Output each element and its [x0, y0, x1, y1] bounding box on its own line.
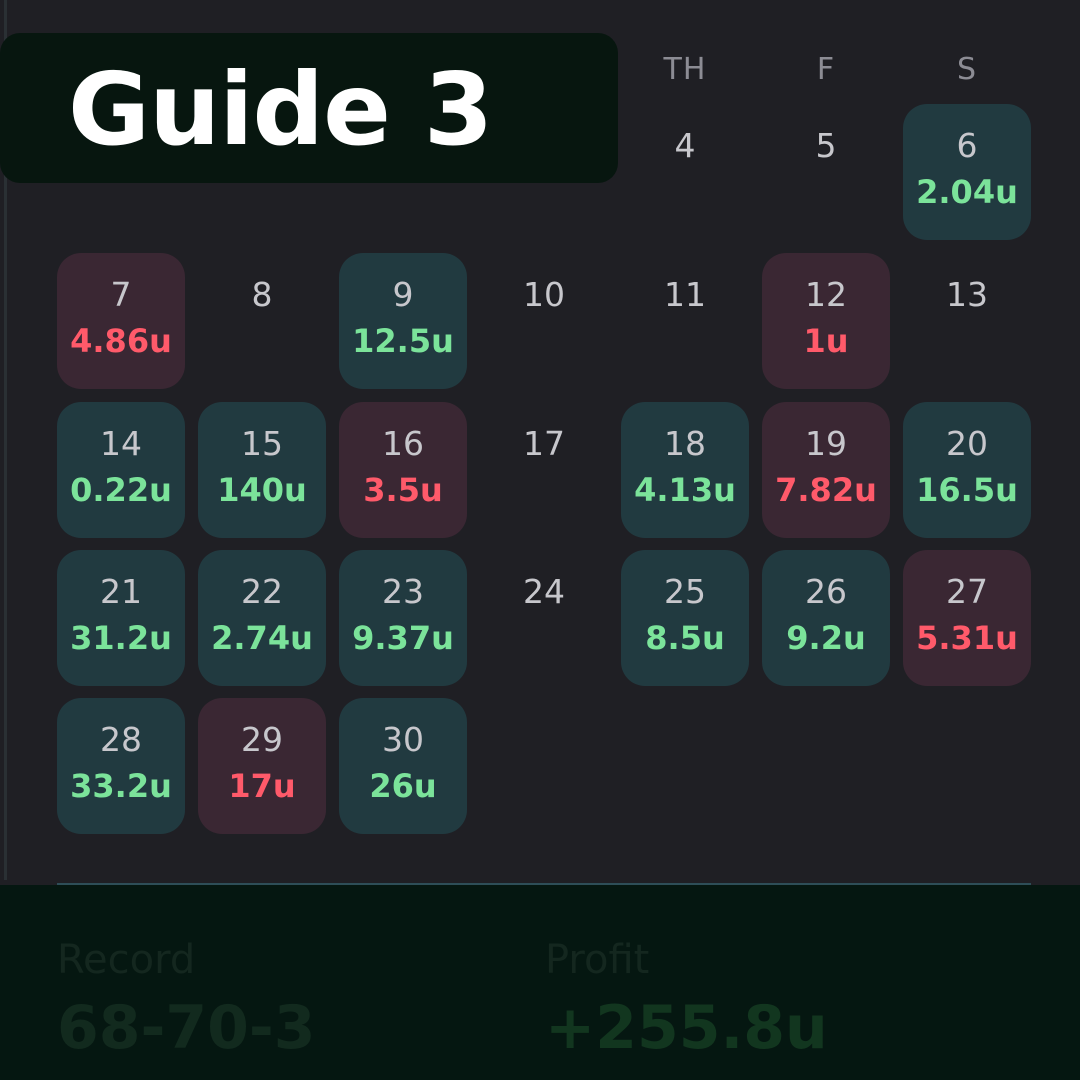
day-units: 16.5u: [916, 471, 1018, 509]
record-label: Record: [57, 937, 196, 983]
day-number: 9: [392, 275, 414, 314]
day-units: 12.5u: [352, 322, 454, 360]
guide-title-banner: Guide 3: [0, 33, 618, 183]
day-units: 2.04u: [916, 173, 1018, 211]
day-number: 14: [100, 424, 142, 463]
day-units: 140u: [217, 471, 307, 509]
day-number: 22: [241, 572, 283, 611]
calendar-day[interactable]: 16 3.5u: [339, 402, 467, 538]
summary-footer: Record 68-70-3 Profit +255.8u: [0, 885, 1080, 1080]
day-number: 20: [946, 424, 988, 463]
day-units: 33.2u: [70, 767, 172, 805]
calendar-day[interactable]: 17: [480, 402, 608, 538]
calendar-day[interactable]: 5: [762, 104, 890, 240]
calendar-day[interactable]: 7 4.86u: [57, 253, 185, 389]
day-number: 10: [523, 275, 565, 314]
calendar-day[interactable]: 14 0.22u: [57, 402, 185, 538]
day-units: 9.2u: [786, 619, 866, 657]
day-units: 7.82u: [775, 471, 877, 509]
day-number: 30: [382, 720, 424, 759]
calendar-day[interactable]: 25 8.5u: [621, 550, 749, 686]
day-number: 17: [523, 424, 565, 463]
calendar-day[interactable]: 20 16.5u: [903, 402, 1031, 538]
calendar-day[interactable]: 28 33.2u: [57, 698, 185, 834]
day-number: 7: [110, 275, 132, 314]
calendar-screen: SMTWTHFS 1234562.04u74.86u8912.5u1011121…: [0, 0, 1080, 1080]
calendar-day[interactable]: 6 2.04u: [903, 104, 1031, 240]
calendar-day[interactable]: 9 12.5u: [339, 253, 467, 389]
day-units: 4.86u: [70, 322, 172, 360]
day-number: 19: [805, 424, 847, 463]
calendar-day[interactable]: 26 9.2u: [762, 550, 890, 686]
day-number: 16: [382, 424, 424, 463]
day-number: 21: [100, 572, 142, 611]
guide-title: Guide 3: [68, 51, 493, 168]
day-number: 12: [805, 275, 847, 314]
day-units: 4.13u: [634, 471, 736, 509]
weekday-label: TH: [663, 52, 707, 87]
calendar-day[interactable]: 10: [480, 253, 608, 389]
day-number: 4: [674, 126, 696, 165]
day-units: 3.5u: [363, 471, 443, 509]
calendar-day[interactable]: 23 9.37u: [339, 550, 467, 686]
calendar-day[interactable]: 8: [198, 253, 326, 389]
day-units: 0.22u: [70, 471, 172, 509]
day-number: 5: [815, 126, 837, 165]
day-number: 26: [805, 572, 847, 611]
calendar-day[interactable]: 29 17u: [198, 698, 326, 834]
profit-label: Profit: [545, 937, 650, 983]
calendar-day[interactable]: 24: [480, 550, 608, 686]
day-units: 1u: [803, 322, 849, 360]
day-units: 8.5u: [645, 619, 725, 657]
calendar-day[interactable]: 30 26u: [339, 698, 467, 834]
calendar-day[interactable]: 27 5.31u: [903, 550, 1031, 686]
day-number: 23: [382, 572, 424, 611]
day-units: 2.74u: [211, 619, 313, 657]
day-number: 24: [523, 572, 565, 611]
calendar-day[interactable]: 21 31.2u: [57, 550, 185, 686]
record-value: 68-70-3: [57, 993, 316, 1063]
weekday-label: F: [816, 52, 836, 87]
calendar-day[interactable]: 12 1u: [762, 253, 890, 389]
calendar-day[interactable]: 11: [621, 253, 749, 389]
day-units: 9.37u: [352, 619, 454, 657]
day-units: 31.2u: [70, 619, 172, 657]
calendar-day[interactable]: 19 7.82u: [762, 402, 890, 538]
calendar-day[interactable]: 4: [621, 104, 749, 240]
day-number: 11: [664, 275, 706, 314]
day-number: 13: [946, 275, 988, 314]
calendar-day[interactable]: 18 4.13u: [621, 402, 749, 538]
day-number: 15: [241, 424, 283, 463]
day-units: 17u: [228, 767, 296, 805]
profit-value: +255.8u: [545, 993, 828, 1063]
calendar-day[interactable]: 13: [903, 253, 1031, 389]
day-number: 6: [956, 126, 978, 165]
day-number: 29: [241, 720, 283, 759]
calendar-day[interactable]: 15 140u: [198, 402, 326, 538]
day-number: 18: [664, 424, 706, 463]
day-number: 25: [664, 572, 706, 611]
day-units: 26u: [369, 767, 437, 805]
day-units: 5.31u: [916, 619, 1018, 657]
day-number: 28: [100, 720, 142, 759]
day-number: 27: [946, 572, 988, 611]
calendar-day[interactable]: 22 2.74u: [198, 550, 326, 686]
day-number: 8: [251, 275, 273, 314]
weekday-label: S: [956, 52, 978, 87]
